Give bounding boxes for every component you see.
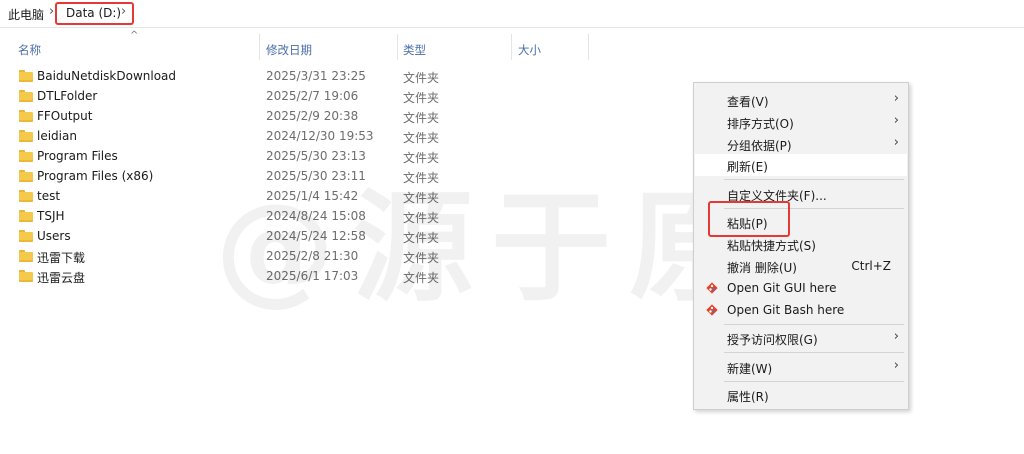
folder-icon: [19, 70, 33, 82]
column-header: 名称 修改日期 类型 大小: [0, 34, 590, 60]
menu-label: 分组依据(P): [727, 139, 792, 153]
file-type: 文件夹: [403, 71, 440, 85]
file-name: Program Files: [37, 149, 118, 163]
file-date: 2025/2/7 19:06: [266, 89, 359, 103]
menu-item-grant-access[interactable]: 授予访问权限(G) ›: [695, 327, 907, 349]
chevron-right-icon: ›: [893, 329, 899, 344]
watermark: @源于原: [215, 179, 767, 318]
file-name: 迅雷云盘: [37, 271, 86, 285]
chevron-right-icon[interactable]: ›: [49, 4, 54, 19]
folder-icon: [19, 130, 33, 142]
file-type: 文件夹: [403, 91, 440, 105]
file-row[interactable]: DTLFolder 2025/2/7 19:06 文件夹: [0, 86, 600, 106]
folder-icon: [19, 110, 33, 122]
file-name: FFOutput: [37, 109, 93, 123]
file-date: 2025/3/31 23:25: [266, 69, 366, 83]
menu-item-undo-delete[interactable]: 撤消 删除(U) Ctrl+Z: [695, 255, 907, 277]
file-name: Program Files (x86): [37, 169, 154, 183]
breadcrumb-this-pc[interactable]: 此电脑: [8, 6, 44, 23]
file-type: 文件夹: [403, 111, 440, 125]
menu-label: 粘贴快捷方式(S): [727, 239, 816, 253]
column-divider[interactable]: [397, 34, 398, 60]
highlight-box-drive: [55, 2, 134, 25]
column-divider[interactable]: [588, 34, 589, 60]
folder-icon: [19, 210, 33, 222]
folder-icon: [19, 150, 33, 162]
address-bar[interactable]: 此电脑 › Data (D:) ›: [0, 0, 1024, 28]
file-name: TSJH: [37, 209, 65, 223]
menu-label: 查看(V): [727, 95, 769, 109]
menu-separator: [724, 324, 904, 325]
git-icon: [706, 282, 718, 294]
folder-icon: [19, 90, 33, 102]
menu-label: 属性(R): [727, 390, 769, 404]
menu-label: 新建(W): [727, 362, 773, 376]
column-date[interactable]: 修改日期: [266, 42, 312, 58]
menu-item-sort[interactable]: 排序方式(O) ›: [695, 111, 907, 133]
column-divider[interactable]: [259, 34, 260, 60]
folder-icon: [19, 250, 33, 262]
folder-icon: [19, 230, 33, 242]
menu-label: 刷新(E): [727, 160, 768, 174]
highlight-box-paste: [708, 201, 790, 237]
column-type[interactable]: 类型: [403, 42, 426, 58]
file-name: DTLFolder: [37, 89, 98, 103]
file-name: test: [37, 189, 61, 203]
menu-shortcut: Ctrl+Z: [851, 259, 891, 273]
file-type: 文件夹: [403, 131, 440, 145]
menu-label: Open Git GUI here: [727, 281, 837, 295]
file-name: Users: [37, 229, 71, 243]
menu-item-refresh[interactable]: 刷新(E): [695, 154, 907, 176]
menu-separator: [724, 381, 904, 382]
menu-label: Open Git Bash here: [727, 303, 845, 317]
file-name: BaiduNetdiskDownload: [37, 69, 177, 83]
folder-icon: [19, 270, 33, 282]
file-date: 2025/2/9 20:38: [266, 109, 359, 123]
file-name: 迅雷下载: [37, 251, 86, 265]
menu-separator: [724, 352, 904, 353]
file-name: leidian: [37, 129, 77, 143]
chevron-right-icon: ›: [893, 358, 899, 373]
column-divider[interactable]: [511, 34, 512, 60]
menu-item-new[interactable]: 新建(W) ›: [695, 356, 907, 378]
context-menu: 查看(V) › 排序方式(O) › 分组依据(P) › 刷新(E) 自定义文件夹…: [693, 82, 909, 410]
menu-label: 撤消 删除(U): [727, 261, 797, 275]
git-icon: [706, 304, 718, 316]
file-row[interactable]: leidian 2024/12/30 19:53 文件夹: [0, 126, 600, 146]
file-date: 2024/12/30 19:53: [266, 129, 374, 143]
file-row[interactable]: BaiduNetdiskDownload 2025/3/31 23:25 文件夹: [0, 66, 600, 86]
folder-icon: [19, 170, 33, 182]
menu-item-properties[interactable]: 属性(R): [695, 384, 907, 406]
chevron-right-icon: ›: [893, 113, 899, 128]
column-name[interactable]: 名称: [18, 42, 41, 58]
menu-label: 排序方式(O): [727, 117, 794, 131]
folder-icon: [19, 190, 33, 202]
menu-item-view[interactable]: 查看(V) ›: [695, 89, 907, 111]
menu-item-group[interactable]: 分组依据(P) ›: [695, 133, 907, 155]
menu-separator: [724, 179, 904, 180]
file-row[interactable]: FFOutput 2025/2/9 20:38 文件夹: [0, 106, 600, 126]
column-size[interactable]: 大小: [518, 42, 541, 58]
chevron-right-icon: ›: [893, 91, 899, 106]
menu-item-git-bash[interactable]: Open Git Bash here: [695, 299, 907, 321]
chevron-right-icon: ›: [893, 135, 899, 150]
menu-item-git-gui[interactable]: Open Git GUI here: [695, 277, 907, 299]
menu-label: 授予访问权限(G): [727, 333, 818, 347]
